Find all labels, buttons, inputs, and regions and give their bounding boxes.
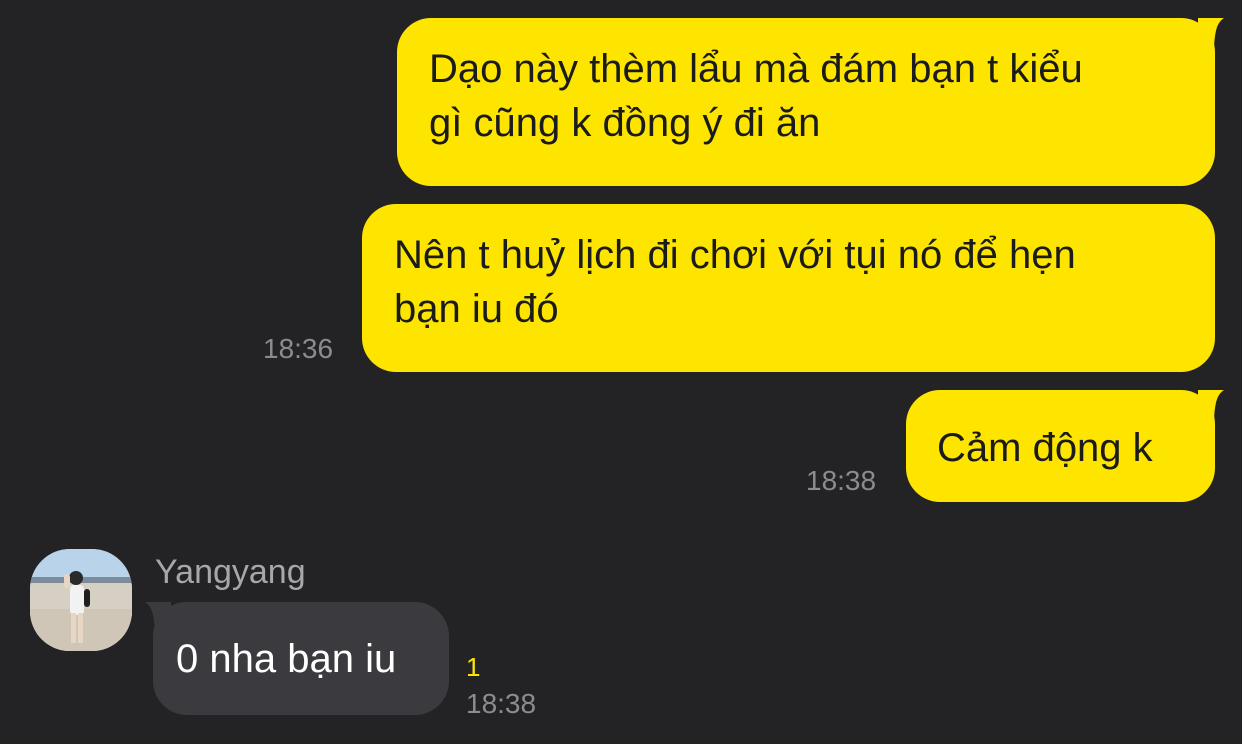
bubble-tail-icon — [145, 602, 171, 632]
message-timestamp: 18:36 — [263, 333, 334, 364]
sender-name[interactable]: Yangyang — [155, 553, 306, 591]
message-timestamp: 18:38 — [806, 465, 877, 496]
chat-thread: Dạo này thèm lẩu mà đám bạn t kiểu gì cũ… — [0, 0, 1242, 744]
profile-photo-icon[interactable] — [30, 549, 132, 651]
outgoing-message-bubble[interactable]: Cảm động k — [906, 390, 1215, 502]
unread-count: 1 — [466, 652, 481, 682]
bubble-tail-icon — [1198, 18, 1224, 48]
avatar-photo — [30, 549, 132, 651]
message-timestamp: 18:38 — [466, 688, 537, 719]
incoming-message-bubble[interactable]: 0 nha bạn iu — [153, 602, 449, 715]
outgoing-message-bubble[interactable]: Dạo này thèm lẩu mà đám bạn t kiểu gì cũ… — [397, 18, 1215, 186]
bubble-tail-icon — [1198, 390, 1224, 420]
outgoing-message-bubble[interactable]: Nên t huỷ lịch đi chơi với tụi nó để hẹn… — [362, 204, 1215, 372]
